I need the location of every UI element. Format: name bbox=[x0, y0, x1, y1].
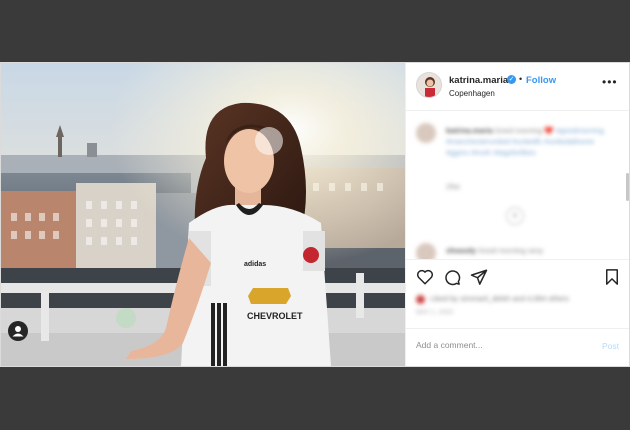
post-date: MAY 1, 2020 bbox=[416, 309, 453, 316]
comments-scrollbar-thumb[interactable] bbox=[626, 173, 629, 201]
comment-text: katrina.maria Good morning ❤️ #goodmorni… bbox=[446, 125, 616, 158]
bookmark-icon[interactable] bbox=[603, 268, 621, 286]
post-comment-button[interactable]: Post bbox=[602, 341, 619, 351]
comment-text: sheasdy Good morning sexy bbox=[446, 245, 616, 256]
instagram-post-card: adidas CHEVROLET katrina.maria ✓ • Follo… bbox=[0, 62, 630, 367]
jersey-sponsor-text: CHEVROLET bbox=[247, 311, 303, 321]
verified-badge-icon: ✓ bbox=[507, 75, 516, 84]
follow-button[interactable]: Follow bbox=[526, 75, 556, 86]
likes-text: Liked by simmaril_deleh and 4,994 others bbox=[430, 294, 569, 303]
ellipsis-icon[interactable]: ••• bbox=[602, 75, 618, 89]
avatar[interactable] bbox=[416, 72, 442, 98]
liker-avatar bbox=[416, 294, 425, 304]
paper-plane-icon[interactable] bbox=[470, 268, 488, 286]
post-header: katrina.maria ✓ • Follow Copenhagen ••• bbox=[406, 63, 629, 111]
location-link[interactable]: Copenhagen bbox=[449, 89, 495, 98]
load-more-comments-icon[interactable]: + bbox=[506, 207, 524, 225]
heart-icon[interactable] bbox=[416, 268, 434, 286]
separator-dot: • bbox=[519, 74, 523, 84]
post-side-panel: katrina.maria ✓ • Follow Copenhagen ••• … bbox=[405, 63, 629, 366]
jersey-brand-text: adidas bbox=[244, 261, 266, 268]
post-actions: Liked by simmaril_deleh and 4,994 others… bbox=[406, 259, 629, 322]
photo-scene: adidas CHEVROLET bbox=[1, 63, 405, 366]
comment-username[interactable]: katrina.maria bbox=[446, 126, 493, 135]
comment-body: Good morning sexy bbox=[478, 246, 544, 255]
post-photo[interactable]: adidas CHEVROLET bbox=[1, 63, 405, 366]
comments-list[interactable]: katrina.maria Good morning ❤️ #goodmorni… bbox=[406, 111, 629, 259]
comment-avatar[interactable] bbox=[416, 243, 436, 259]
comment-avatar[interactable] bbox=[416, 123, 436, 143]
comment-input[interactable] bbox=[416, 340, 576, 350]
add-comment-bar: Post bbox=[406, 328, 629, 367]
comment-username[interactable]: sheasdy bbox=[446, 246, 476, 255]
comment-body: Good morning ❤️ bbox=[494, 126, 554, 135]
likes-summary[interactable]: Liked by simmaril_deleh and 4,994 others bbox=[416, 294, 569, 304]
comment-meta: 25w bbox=[446, 182, 460, 191]
comment-icon[interactable] bbox=[443, 268, 461, 286]
username-link[interactable]: katrina.maria bbox=[449, 75, 508, 86]
person-tag-icon[interactable] bbox=[8, 321, 28, 341]
